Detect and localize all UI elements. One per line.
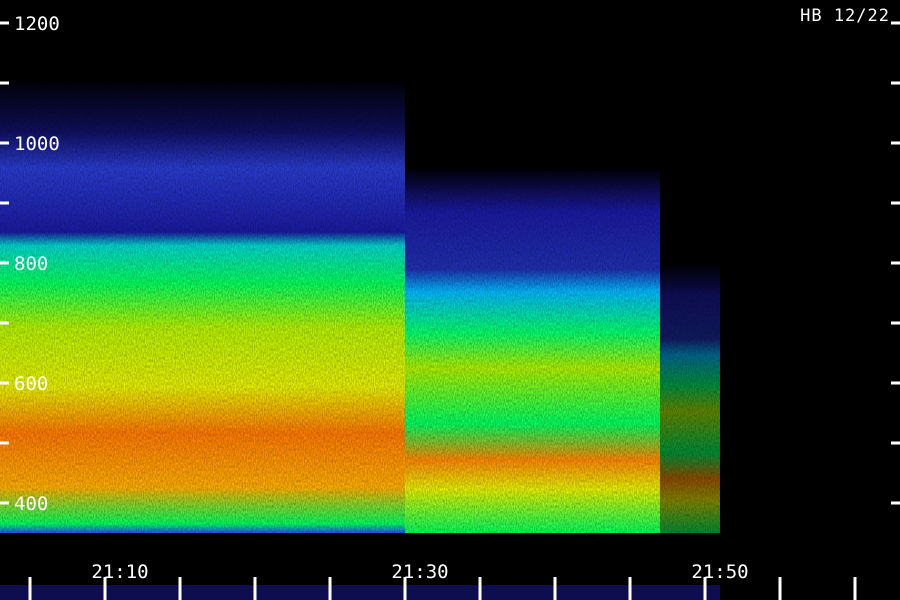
x-tick — [28, 577, 32, 600]
y-tick-label: 800 — [14, 253, 48, 275]
y-tick-right — [891, 441, 900, 445]
x-tick — [553, 577, 557, 600]
x-tick — [778, 577, 782, 600]
y-tick-right — [891, 381, 900, 385]
y-tick-left — [0, 201, 9, 205]
spectrogram-region — [0, 77, 405, 533]
spectrogram-region — [405, 167, 660, 533]
x-tick-label: 21:50 — [691, 561, 748, 583]
y-tick-right — [891, 21, 900, 25]
y-tick-right — [891, 501, 900, 505]
y-tick-left — [0, 501, 9, 505]
y-tick-left — [0, 381, 9, 385]
x-tick — [853, 577, 857, 600]
y-tick-left — [0, 21, 9, 25]
y-tick-left — [0, 261, 9, 265]
x-tick — [328, 577, 332, 600]
y-tick-right — [891, 141, 900, 145]
y-tick-right — [891, 261, 900, 265]
station-date-label: HB 12/22 — [800, 6, 890, 26]
y-tick-label: 1000 — [14, 133, 60, 155]
y-tick-right — [891, 81, 900, 85]
y-tick-left — [0, 81, 9, 85]
y-tick-left — [0, 441, 9, 445]
y-tick-right — [891, 321, 900, 325]
x-tick — [253, 577, 257, 600]
spectrogram-region — [660, 263, 720, 533]
x-tick-label: 21:10 — [91, 561, 148, 583]
y-tick-right — [891, 201, 900, 205]
x-tick — [628, 577, 632, 600]
y-tick-left — [0, 321, 9, 325]
y-tick-label: 600 — [14, 373, 48, 395]
y-tick-label: 1200 — [14, 13, 60, 35]
spectrogram-image — [0, 77, 720, 600]
x-tick-label: 21:30 — [391, 561, 448, 583]
x-tick — [478, 577, 482, 600]
spectrogram-chart: 1200 1000 800 600 400 21:10 21:30 21:50 — [0, 13, 900, 600]
y-tick-left — [0, 141, 9, 145]
bottom-noise-band — [0, 585, 720, 600]
y-tick-label: 400 — [14, 493, 48, 515]
x-tick — [178, 577, 182, 600]
